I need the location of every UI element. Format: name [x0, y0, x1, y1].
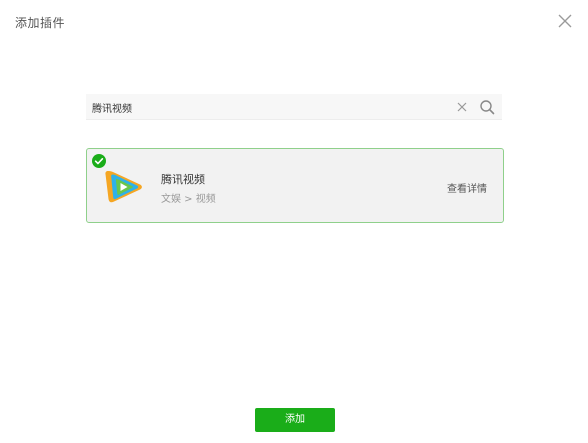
add-plugin-dialog: 添加插件 腾讯视频 腾讯视频 文娱 > 视频 查看详情 添加: [0, 0, 588, 443]
plugin-name: 腾讯视频: [161, 173, 205, 186]
search-icon: [480, 100, 495, 115]
selected-check-icon: [92, 154, 106, 168]
plugin-category: 文娱 > 视频: [161, 194, 216, 205]
dialog-title: 添加插件: [15, 16, 66, 30]
search-button[interactable]: [479, 99, 495, 115]
search-bar: [86, 94, 502, 120]
close-button[interactable]: [556, 12, 574, 30]
close-icon: [558, 14, 572, 28]
add-button[interactable]: 添加: [255, 408, 335, 432]
clear-search-button[interactable]: [456, 101, 468, 113]
view-details-link[interactable]: 查看详情: [447, 180, 487, 195]
search-input[interactable]: [92, 94, 452, 120]
tencent-video-logo-icon: [104, 169, 144, 205]
clear-icon: [457, 102, 467, 112]
plugin-result-card[interactable]: 腾讯视频 文娱 > 视频 查看详情: [86, 148, 504, 223]
